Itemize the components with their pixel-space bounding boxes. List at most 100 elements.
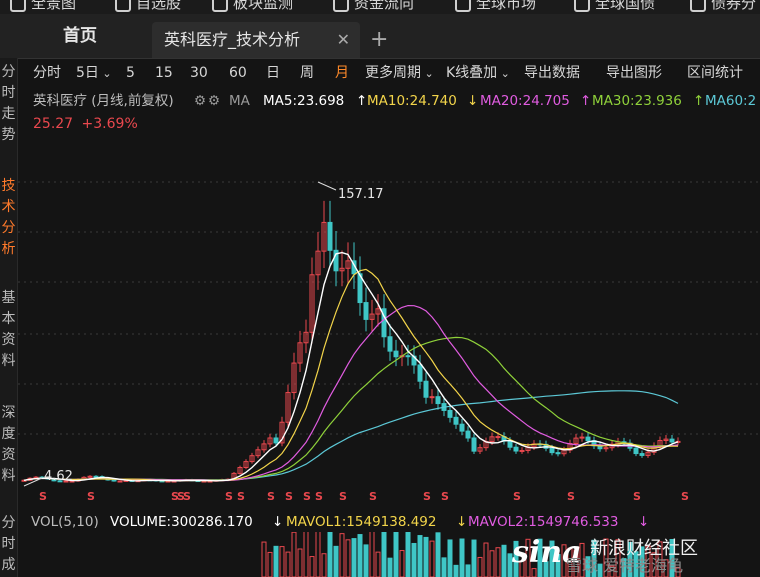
- top-nav-item[interactable]: 板块监测: [212, 0, 293, 13]
- toolbar-button[interactable]: 60: [229, 58, 247, 88]
- toolbar-label: 5: [126, 65, 135, 81]
- candle: [591, 436, 597, 449]
- nav-icon: [574, 0, 590, 12]
- toolbar-button[interactable]: 更多周期 ⌄: [365, 58, 434, 88]
- candle: [285, 384, 291, 428]
- candles: [21, 200, 681, 483]
- top-nav-item[interactable]: 自选股: [115, 0, 181, 13]
- toolbar-button[interactable]: 区间统计: [687, 58, 743, 88]
- candle: [555, 449, 561, 457]
- left-nav-item[interactable]: 技术分析: [0, 176, 17, 260]
- volume-bar: [345, 539, 351, 577]
- signal-marker: S: [441, 490, 449, 503]
- add-tab-icon[interactable]: +: [370, 22, 388, 58]
- top-nav-label: 债券分: [711, 0, 757, 12]
- close-tab-icon[interactable]: ✕: [337, 22, 350, 58]
- nav-icon: [212, 0, 228, 12]
- volume-bar: [351, 538, 357, 577]
- toolbar-button[interactable]: 分时: [33, 58, 61, 88]
- candle: [375, 294, 381, 327]
- volume-bar: [471, 539, 477, 577]
- toolbar-button[interactable]: 15: [155, 58, 173, 88]
- volume-bar: [261, 541, 267, 577]
- candle: [291, 352, 297, 400]
- candle: [393, 339, 399, 367]
- volume-bar: [441, 557, 447, 577]
- toolbar-label: 周: [300, 65, 314, 81]
- toolbar-button[interactable]: 5日 ⌄: [76, 58, 112, 88]
- signal-marker: S: [183, 490, 191, 503]
- signal-marker: S: [369, 490, 377, 503]
- signal-marker: S: [567, 490, 575, 503]
- volume-bar: [369, 532, 375, 577]
- low-price-label: 4.62: [44, 469, 73, 484]
- toolbar-button[interactable]: K线叠加 ⌄: [446, 58, 510, 88]
- top-nav-item[interactable]: 全景图: [10, 0, 76, 13]
- signal-marker: S: [225, 490, 233, 503]
- toolbar-button[interactable]: 导出图形: [606, 58, 662, 88]
- toolbar-button[interactable]: 月: [335, 58, 349, 88]
- volume-info-bar: VOL(5,10) VOLUME:300286.170 ↓ MAVOL1:154…: [18, 512, 760, 532]
- toolbar-button[interactable]: 导出数据: [524, 58, 580, 88]
- nav-icon: [455, 0, 471, 12]
- candlestick-chart[interactable]: 157.174.62S S SSS S S S S S S S S S S S S S S: [18, 112, 760, 512]
- volume-bar: [303, 532, 309, 577]
- gear-icon-2[interactable]: ⚙: [208, 90, 220, 112]
- candle: [429, 389, 435, 404]
- volume-bar: [321, 553, 327, 577]
- candle: [465, 426, 471, 442]
- volume-bar: [405, 532, 411, 577]
- candle: [237, 465, 243, 475]
- watermark: sina 新浪财经社区 雪球 爱特老海龟: [512, 533, 760, 577]
- chevron-down-icon: ⌄: [421, 67, 434, 80]
- candle: [321, 200, 327, 268]
- volume-bar: [489, 550, 495, 577]
- candle: [567, 439, 573, 453]
- volume-bar: [477, 556, 483, 577]
- toolbar-button[interactable]: 日: [266, 58, 280, 88]
- indicator-info-bar: 英科医疗 (月线,前复权) ⚙ ⚙ MA MA5:23.698 ↑ MA10:2…: [18, 90, 760, 112]
- volume-bar: [285, 551, 291, 577]
- candle: [267, 433, 273, 448]
- candle: [93, 475, 99, 478]
- candle: [435, 389, 441, 410]
- nav-icon: [333, 0, 349, 12]
- candle: [249, 452, 255, 464]
- left-nav-item[interactable]: 深度资料: [0, 403, 17, 487]
- left-nav-item[interactable]: 基本资料: [0, 288, 17, 372]
- volume-value: VOLUME:300286.170: [110, 514, 253, 530]
- candle: [87, 475, 93, 479]
- signal-marker: S: [681, 490, 689, 503]
- volume-bar: [429, 540, 435, 577]
- top-nav-item[interactable]: 债券分: [690, 0, 756, 13]
- home-tab[interactable]: 首页: [35, 14, 125, 58]
- volume-bar: [411, 542, 417, 577]
- left-nav-item[interactable]: 分时走势: [0, 62, 17, 146]
- left-nav-item[interactable]: 分时成: [0, 513, 17, 576]
- toolbar-label: 15: [155, 65, 173, 81]
- ma60-line: [23, 390, 679, 481]
- toolbar-button[interactable]: 5: [126, 58, 135, 88]
- mavol1-value: MAVOL1:1549138.492: [286, 514, 437, 530]
- chevron-down-icon: ⌄: [497, 67, 510, 80]
- ma-label[interactable]: MA: [229, 90, 250, 112]
- candle: [663, 434, 669, 445]
- tab-bar: 首页 英科医疗_技术分析 ✕ +: [0, 14, 760, 59]
- ma20-value: MA20:24.705: [480, 93, 570, 109]
- volume-bar: [297, 548, 303, 577]
- signal-marker: S: [339, 490, 347, 503]
- candle: [387, 324, 393, 361]
- volume-bar: [447, 539, 453, 577]
- chevron-down-icon: ⌄: [98, 67, 112, 80]
- candle: [303, 319, 309, 354]
- top-nav-item[interactable]: 全球市场: [455, 0, 536, 13]
- volume-bar: [315, 532, 321, 577]
- tab-stock-analysis[interactable]: 英科医疗_技术分析 ✕: [152, 22, 360, 58]
- signal-marker: S: [633, 490, 641, 503]
- toolbar-button[interactable]: 30: [190, 58, 208, 88]
- top-nav-label: 板块监测: [233, 0, 294, 12]
- gear-icon[interactable]: ⚙: [194, 90, 206, 112]
- top-nav-item[interactable]: 全球国债: [574, 0, 655, 13]
- toolbar-button[interactable]: 周: [300, 58, 314, 88]
- top-nav-item[interactable]: 资金流向: [333, 0, 414, 13]
